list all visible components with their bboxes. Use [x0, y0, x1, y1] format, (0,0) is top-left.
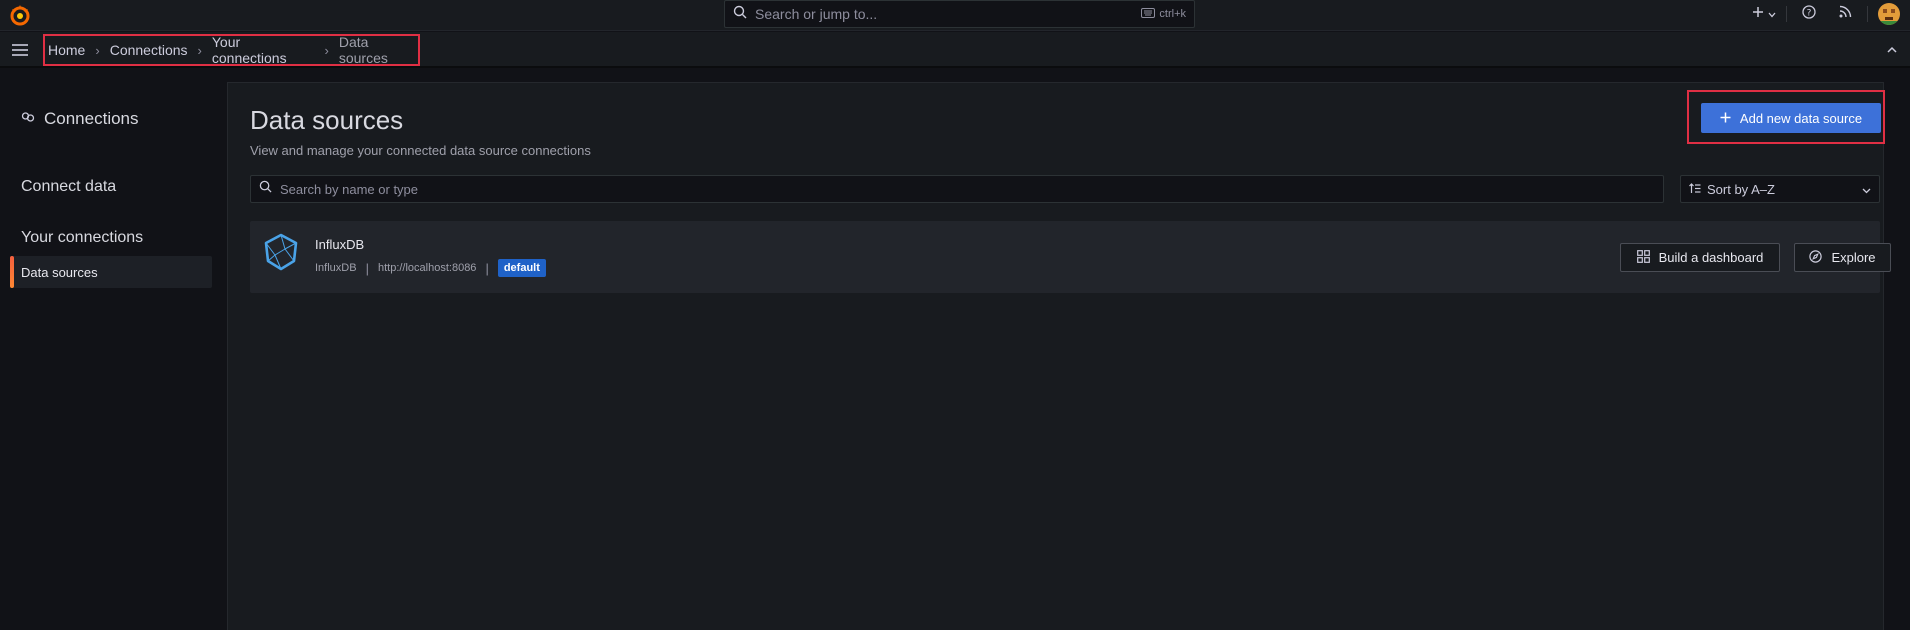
search-input[interactable]: [280, 181, 1580, 197]
page-title: Data sources: [250, 105, 404, 135]
apps-grid-icon: [1636, 249, 1650, 266]
sidebar-item-data-sources[interactable]: Data sources: [10, 256, 212, 288]
top-navbar: Search or jump to... ctrl+k ?: [0, 0, 1910, 31]
breadcrumb-bar: Home › Connections › Your connections › …: [0, 32, 1910, 68]
divider: [1867, 6, 1868, 22]
global-search-placeholder: Search or jump to...: [755, 6, 878, 22]
data-source-search[interactable]: [250, 175, 1664, 203]
main-content: Data sources View and manage your connec…: [227, 82, 1891, 630]
add-button-highlight: Add new data source: [1687, 90, 1885, 144]
divider: [1786, 6, 1787, 22]
default-badge: default: [497, 259, 546, 277]
avatar[interactable]: [1878, 3, 1900, 25]
sort-select-value: Sort by A–Z: [1707, 181, 1775, 197]
sidebar-item-your-connections[interactable]: Your connections: [21, 229, 143, 247]
news-button[interactable]: [1827, 0, 1863, 28]
data-source-name[interactable]: InfluxDB: [315, 237, 364, 252]
compass-icon: [1809, 249, 1823, 266]
help-icon: ?: [1802, 4, 1816, 24]
add-button-label: Add new data source: [1739, 110, 1863, 126]
top-right-actions: ?: [1746, 0, 1910, 28]
new-menu-button[interactable]: [1746, 0, 1782, 28]
breadcrumb-current: Data sources: [338, 34, 388, 66]
menu-toggle-button[interactable]: [10, 41, 30, 59]
influxdb-logo-icon: [263, 233, 299, 271]
data-source-url: http://localhost:8086: [377, 262, 477, 274]
add-new-data-source-button[interactable]: Add new data source: [1701, 103, 1881, 133]
breadcrumb-connections[interactable]: Connections: [110, 42, 188, 58]
sort-ascending-icon: [1689, 182, 1701, 197]
rss-icon: [1839, 5, 1852, 23]
data-source-meta: InfluxDB | http://localhost:8086 | defau…: [315, 259, 546, 277]
breadcrumb-your-connections[interactable]: Your connections: [212, 34, 315, 66]
search-icon: [733, 5, 747, 24]
separator: |: [485, 260, 489, 276]
svg-text:?: ?: [1807, 8, 1812, 18]
separator: |: [365, 260, 369, 276]
help-button[interactable]: ?: [1791, 0, 1827, 28]
chevron-up-icon: [1884, 45, 1900, 62]
page-subtitle: View and manage your connected data sour…: [250, 143, 591, 158]
sort-select[interactable]: Sort by A–Z: [1680, 175, 1880, 203]
chevron-down-icon: [1768, 5, 1776, 23]
build-dashboard-label: Build a dashboard: [1658, 250, 1764, 265]
sidebar-item-label: Data sources: [21, 264, 98, 280]
global-search-input[interactable]: Search or jump to... ctrl+k: [724, 0, 1195, 28]
breadcrumb-home[interactable]: Home: [48, 42, 85, 58]
chevron-down-icon: [1862, 182, 1871, 197]
collapse-header-button[interactable]: [1884, 42, 1900, 58]
explore-label: Explore: [1831, 250, 1876, 265]
grafana-logo-icon[interactable]: [9, 4, 31, 26]
section-sidebar: Connections Connect data Your connection…: [0, 70, 220, 630]
keyboard-shortcut-hint: ctrl+k: [1141, 7, 1186, 21]
chevron-right-icon: ›: [95, 42, 100, 58]
sidebar-item-connect-data[interactable]: Connect data: [21, 178, 116, 196]
build-dashboard-button[interactable]: Build a dashboard: [1620, 243, 1780, 272]
explore-button[interactable]: Explore: [1794, 243, 1891, 272]
data-source-card[interactable]: InfluxDB InfluxDB | http://localhost:808…: [250, 221, 1891, 293]
chevron-right-icon: ›: [324, 42, 329, 58]
data-source-type: InfluxDB: [315, 262, 357, 274]
sidebar-title: Connections: [21, 109, 139, 129]
hamburger-icon: [10, 44, 30, 63]
keyboard-icon: [1141, 7, 1156, 21]
search-icon: [259, 180, 272, 198]
plus-icon: [1720, 111, 1731, 126]
shortcut-label: ctrl+k: [1159, 8, 1186, 20]
breadcrumb: Home › Connections › Your connections › …: [43, 34, 420, 66]
sidebar-title-label: Connections: [44, 109, 139, 128]
chevron-right-icon: ›: [197, 42, 202, 58]
connections-icon: [21, 109, 35, 129]
plus-icon: [1752, 5, 1764, 23]
